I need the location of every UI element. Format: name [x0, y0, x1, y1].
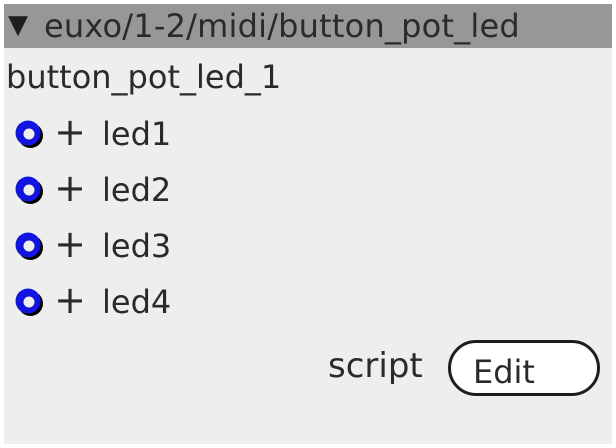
led-output-icon[interactable]	[12, 117, 46, 151]
add-connection-icon[interactable]: +	[48, 113, 92, 151]
output-row-led4: + led4	[12, 280, 171, 324]
add-connection-icon[interactable]: +	[48, 225, 92, 263]
output-row-led3: + led3	[12, 224, 171, 268]
node-panel: ▼ euxo/1-2/midi/button_pot_led button_po…	[4, 4, 612, 444]
instance-name: button_pot_led_1	[6, 58, 282, 96]
collapse-triangle-icon[interactable]: ▼	[8, 12, 36, 38]
output-row-led1: + led1	[12, 112, 171, 156]
output-row-led2: + led2	[12, 168, 171, 212]
node-title: euxo/1-2/midi/button_pot_led	[44, 7, 520, 45]
script-label: script	[328, 346, 423, 386]
add-connection-icon[interactable]: +	[48, 169, 92, 207]
output-label: led1	[102, 115, 172, 153]
led-output-icon[interactable]	[12, 173, 46, 207]
edit-script-button[interactable]: Edit	[448, 340, 600, 396]
node-titlebar[interactable]: ▼ euxo/1-2/midi/button_pot_led	[4, 4, 612, 48]
add-connection-icon[interactable]: +	[48, 281, 92, 319]
led-output-icon[interactable]	[12, 285, 46, 319]
led-output-icon[interactable]	[12, 229, 46, 263]
output-label: led2	[102, 171, 172, 209]
output-label: led3	[102, 227, 172, 265]
output-label: led4	[102, 283, 172, 321]
